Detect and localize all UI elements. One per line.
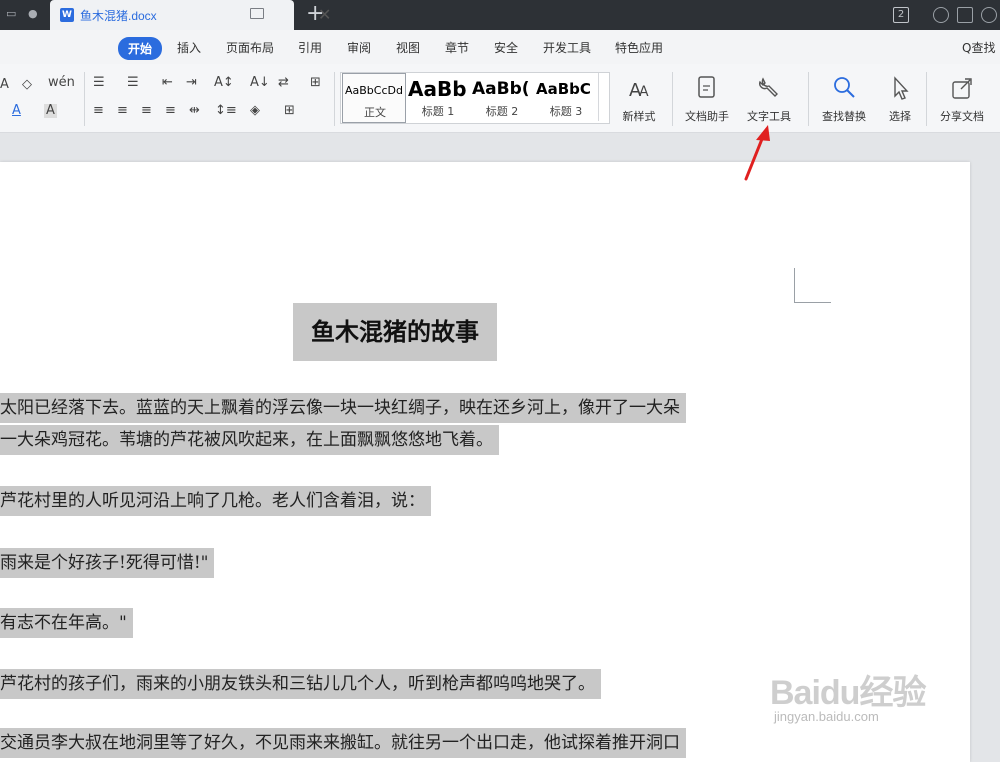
- font-size-icon[interactable]: A: [0, 78, 9, 92]
- svg-text:A: A: [639, 84, 649, 100]
- tab-chapter[interactable]: 章节: [445, 39, 469, 56]
- style-normal[interactable]: AaBbCcDd 正文: [342, 73, 406, 123]
- tab-view[interactable]: 视图: [396, 39, 420, 56]
- style-heading-2[interactable]: AaBb( 标题 2: [470, 73, 534, 121]
- distribute-icon[interactable]: ⇹: [189, 104, 200, 118]
- wrench-icon: [755, 74, 783, 102]
- justify-icon[interactable]: ≡: [165, 104, 176, 118]
- paragraph-line[interactable]: 太阳已经落下去。蓝蓝的天上飘着的浮云像一块一块红绸子，映在还乡河上，像开了一大朵: [0, 393, 686, 423]
- share-icon: [948, 74, 976, 102]
- tab-security[interactable]: 安全: [494, 39, 518, 56]
- tab-special[interactable]: 特色应用: [615, 39, 663, 56]
- magnifier-icon: [830, 74, 858, 102]
- tab-review[interactable]: 审阅: [347, 39, 371, 56]
- new-style-icon: AA: [625, 74, 653, 102]
- tab-developer[interactable]: 开发工具: [543, 39, 591, 56]
- doc-helper-icon: [693, 74, 721, 102]
- find-replace-button[interactable]: 查找替换: [814, 74, 874, 124]
- paragraph-line[interactable]: 芦花村的孩子们，雨来的小朋友铁头和三钻儿几个人，听到枪声都呜呜地哭了。: [0, 669, 601, 699]
- search-command[interactable]: Q查找: [962, 39, 995, 56]
- align-center-icon[interactable]: ≡: [117, 104, 128, 118]
- new-style-button[interactable]: AA 新样式: [614, 74, 664, 124]
- font-color-icon[interactable]: A: [12, 104, 21, 118]
- window-count-badge[interactable]: 2: [893, 7, 909, 23]
- title-bar: ▭ ● W 鱼木混猪.docx ✕ + 2: [0, 0, 1000, 30]
- increase-indent-icon[interactable]: ⇥: [186, 76, 197, 90]
- shading-icon[interactable]: ◈: [250, 104, 260, 118]
- share-doc-button[interactable]: 分享文档: [934, 74, 990, 124]
- tab-insert[interactable]: 插入: [177, 39, 201, 56]
- align-right-icon[interactable]: ≡: [141, 104, 152, 118]
- ribbon-tab-bar: 开始 插入 页面布局 引用 审阅 视图 章节 安全 开发工具 特色应用 Q查找: [0, 30, 1000, 64]
- paragraph-line[interactable]: 雨来是个好孩子!死得可惜!": [0, 548, 215, 578]
- show-marks-icon[interactable]: ⇄: [278, 76, 289, 90]
- line-spacing-icon[interactable]: ↕≡: [215, 104, 237, 118]
- ribbon-toolbar: A ◇ wén A A ☰ ☰ ⇤ ⇥ A↕ A↓ ⇄ ⊞ ≡ ≡ ≡ ≡ ⇹ …: [0, 64, 1000, 133]
- tab-references[interactable]: 引用: [298, 39, 322, 56]
- tab-page-layout[interactable]: 页面布局: [226, 39, 274, 56]
- sort-icon[interactable]: A↓: [250, 76, 270, 90]
- window-icon[interactable]: ▭: [6, 8, 18, 20]
- borders-icon[interactable]: ⊞: [284, 104, 295, 118]
- text-tools-button[interactable]: 文字工具: [738, 74, 800, 124]
- document-tab[interactable]: W 鱼木混猪.docx ✕: [50, 0, 331, 30]
- skin-icon[interactable]: [933, 7, 949, 23]
- text-direction-icon[interactable]: A↕: [214, 76, 234, 90]
- align-left-icon[interactable]: ≡: [93, 104, 104, 118]
- shirt-icon[interactable]: [957, 7, 973, 23]
- numbered-list-icon[interactable]: ☰: [127, 76, 139, 90]
- style-heading-3[interactable]: AaBbC 标题 3: [534, 73, 598, 121]
- char-shading-icon[interactable]: A: [44, 104, 57, 118]
- paragraph-line[interactable]: 一大朵鸡冠花。苇塘的芦花被风吹起来，在上面飘飘悠悠地飞着。: [0, 425, 499, 455]
- style-gallery-scroll[interactable]: [598, 73, 609, 121]
- paragraph-line[interactable]: 交通员李大叔在地洞里等了好久，不见雨来来搬缸。就往另一个出口走，他试探着推开洞口: [0, 728, 686, 758]
- document-title[interactable]: 鱼木混猪的故事: [293, 303, 497, 361]
- style-gallery: AaBbCcDd 正文 AaBb 标题 1 AaBb( 标题 2 AaBbC 标…: [340, 72, 610, 124]
- writer-doc-icon: W: [60, 8, 74, 22]
- style-heading-1[interactable]: AaBb 标题 1: [406, 73, 470, 121]
- decrease-indent-icon[interactable]: ⇤: [162, 76, 173, 90]
- tab-home[interactable]: 开始: [118, 37, 163, 60]
- bullet-list-icon[interactable]: ☰: [93, 76, 105, 90]
- eraser-icon[interactable]: ◇: [22, 78, 32, 92]
- doc-helper-button[interactable]: 文档助手: [680, 74, 734, 124]
- tab-float-icon[interactable]: [250, 8, 264, 19]
- baidu-watermark: Baidu经验 jingyan.baidu.com: [770, 665, 980, 735]
- dot-icon: ●: [28, 7, 38, 20]
- table-icon[interactable]: ⊞: [310, 76, 321, 90]
- paragraph-line[interactable]: 芦花村里的人听见河沿上响了几枪。老人们含着泪，说：: [0, 486, 431, 516]
- user-icon[interactable]: [981, 7, 997, 23]
- watermark-url: jingyan.baidu.com: [774, 709, 879, 724]
- margin-corner-mark: [794, 268, 831, 303]
- watermark-logo-text: Baidu经验: [770, 674, 926, 712]
- cursor-icon: [886, 74, 914, 102]
- new-tab-button[interactable]: +: [306, 2, 324, 26]
- phonetic-icon[interactable]: wén: [48, 76, 75, 90]
- select-button[interactable]: 选择: [880, 74, 920, 124]
- document-tab-name: 鱼木混猪.docx: [80, 9, 157, 23]
- paragraph-line[interactable]: 有志不在年高。": [0, 608, 133, 638]
